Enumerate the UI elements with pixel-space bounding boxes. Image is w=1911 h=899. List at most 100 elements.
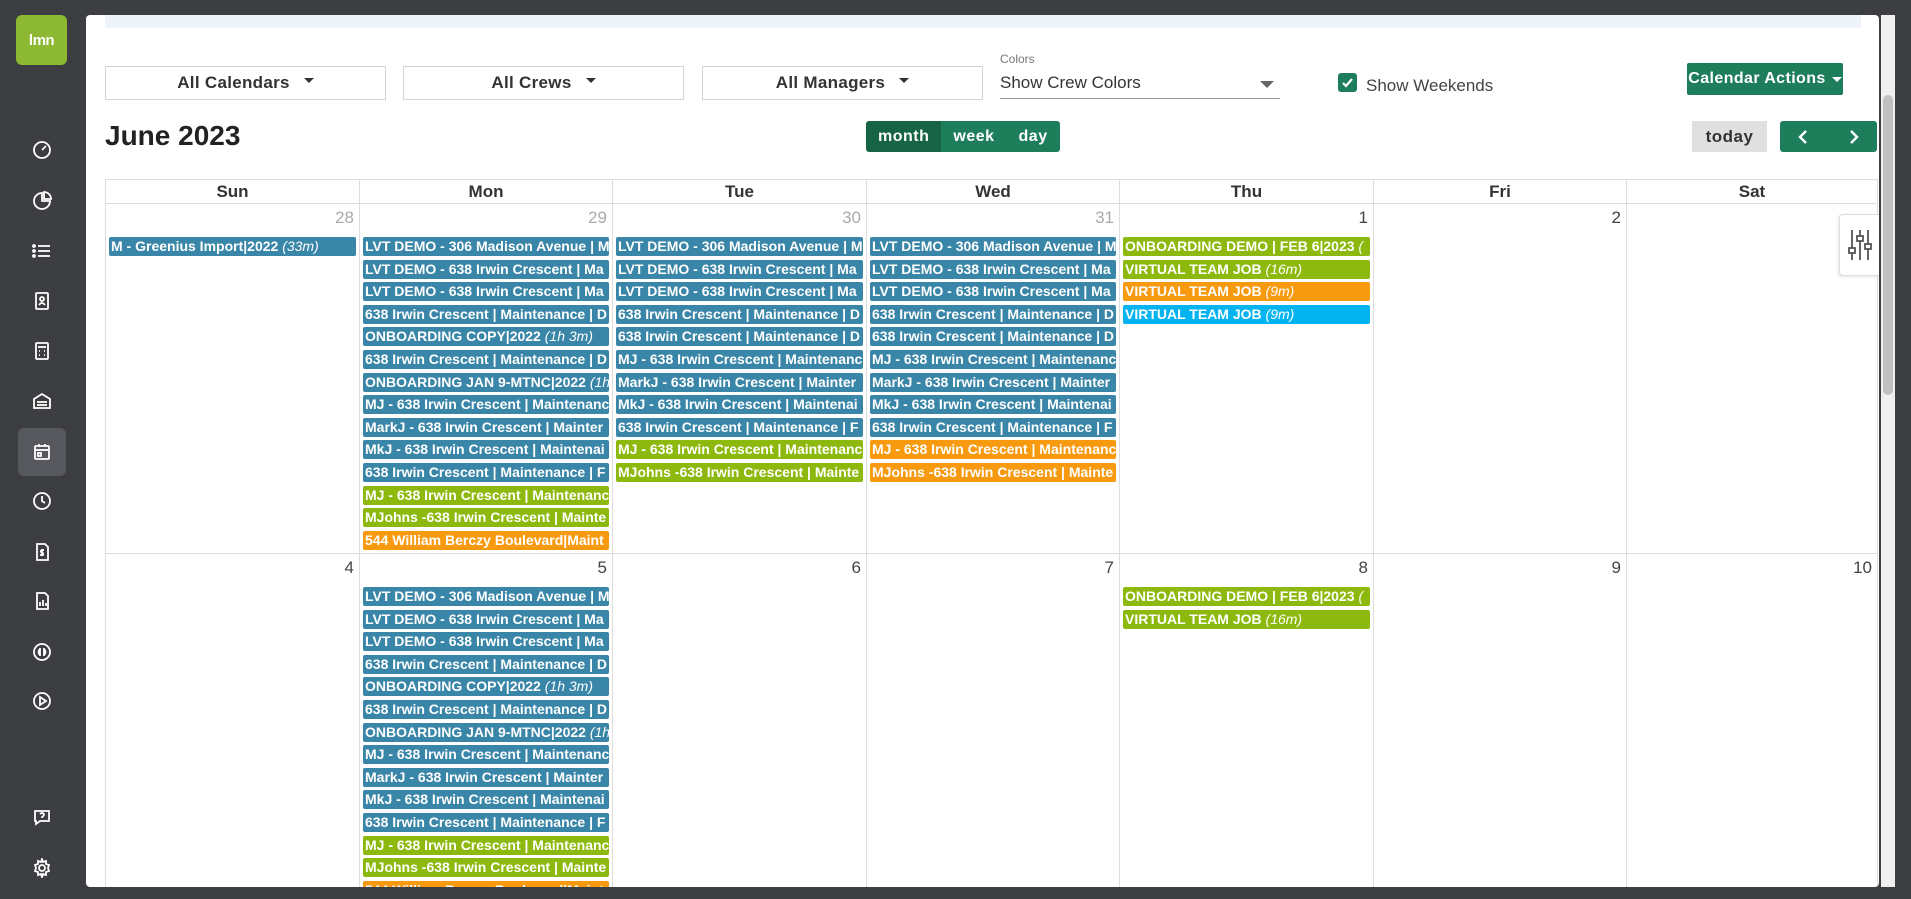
sidebar-item-help[interactable] — [18, 793, 66, 841]
calendar-event[interactable]: 638 Irwin Crescent | Maintenance | F — [870, 417, 1116, 437]
calendar-event[interactable]: MarkJ - 638 Irwin Crescent | Mainter — [616, 372, 863, 392]
sidebar-item-dashboard[interactable] — [18, 126, 66, 174]
day-cell[interactable]: 30 LVT DEMO - 306 Madison Avenue | M LVT D… — [612, 204, 866, 554]
sidebar-item-calendar[interactable] — [18, 428, 66, 476]
calendar-event[interactable]: MarkJ - 638 Irwin Crescent | Mainter — [870, 372, 1116, 392]
sidebar-item-report[interactable] — [18, 577, 66, 625]
filter-panel-tab[interactable] — [1839, 214, 1879, 276]
calendar-event[interactable]: LVT DEMO - 638 Irwin Crescent | Ma — [870, 259, 1116, 279]
day-cell[interactable]: 29 LVT DEMO - 306 Madison Avenue | M LVT D… — [359, 204, 612, 554]
calendar-event[interactable]: MJohns -638 Irwin Crescent | Mainte — [870, 463, 1116, 482]
calendar-event[interactable]: LVT DEMO - 306 Madison Avenue | M — [870, 237, 1116, 256]
calendar-event[interactable]: MJohns -638 Irwin Crescent | Mainte — [363, 858, 609, 878]
day-cell[interactable]: 6 — [612, 554, 866, 887]
view-month-button[interactable]: month — [866, 121, 942, 152]
calendar-event[interactable]: LVT DEMO - 306 Madison Avenue | M — [616, 237, 863, 256]
sidebar-item-warehouse[interactable] — [18, 377, 66, 425]
all-crews-dropdown[interactable]: All Crews — [403, 66, 684, 100]
calendar-event[interactable]: 638 Irwin Crescent | Maintenance | D — [870, 304, 1116, 324]
calendar-event[interactable]: VIRTUAL TEAM JOB (9m) — [1123, 282, 1370, 302]
calendar-event[interactable]: MJohns -638 Irwin Crescent | Mainte — [616, 463, 863, 482]
day-number[interactable]: 28 — [335, 208, 354, 228]
calendar-event[interactable]: MkJ - 638 Irwin Crescent | Maintenai — [363, 790, 609, 810]
calendar-event[interactable]: 638 Irwin Crescent | Maintenance | D — [616, 327, 863, 347]
day-number[interactable]: 9 — [1612, 558, 1621, 578]
day-cell[interactable]: 28 M - Greenius Import|2022 (33m) — [105, 204, 359, 554]
day-number[interactable]: 7 — [1105, 558, 1114, 578]
calendar-event[interactable]: 638 Irwin Crescent | Maintenance | D — [616, 304, 863, 324]
sidebar-item-settings[interactable] — [18, 844, 66, 892]
sidebar-item-list[interactable] — [18, 227, 66, 275]
calendar-event[interactable]: MJ - 638 Irwin Crescent | Maintenanc — [363, 745, 609, 765]
prev-button[interactable] — [1780, 121, 1829, 152]
calendar-event[interactable]: 638 Irwin Crescent | Maintenance | D — [870, 327, 1116, 347]
day-cell[interactable]: 1 ONBOARDING DEMO | FEB 6|2023 ( VIRTUAL T… — [1119, 204, 1373, 554]
calendar-event[interactable]: ONBOARDING COPY|2022 (1h 3m) — [363, 327, 609, 347]
sidebar-item-play[interactable] — [18, 677, 66, 725]
calendar-event[interactable]: 638 Irwin Crescent | Maintenance | F — [363, 463, 609, 482]
day-number[interactable]: 29 — [588, 208, 607, 228]
day-number[interactable]: 10 — [1853, 558, 1872, 578]
calendar-event[interactable]: LVT DEMO - 638 Irwin Crescent | Ma — [363, 282, 609, 302]
calendar-event[interactable]: MkJ - 638 Irwin Crescent | Maintenai — [363, 440, 609, 460]
calendar-event[interactable]: ONBOARDING COPY|2022 (1h 3m) — [363, 677, 609, 697]
day-cell[interactable]: 2 — [1373, 204, 1626, 554]
day-cell[interactable]: 4 — [105, 554, 359, 887]
calendar-event[interactable]: LVT DEMO - 638 Irwin Crescent | Ma — [363, 259, 609, 279]
calendar-event[interactable]: VIRTUAL TEAM JOB (16m) — [1123, 259, 1370, 279]
day-cell[interactable]: 7 — [866, 554, 1119, 887]
calendar-actions-button[interactable]: Calendar Actions — [1687, 63, 1843, 95]
day-number[interactable]: 2 — [1612, 208, 1621, 228]
page-scrollbar[interactable] — [1881, 15, 1895, 887]
calendar-event[interactable]: 638 Irwin Crescent | Maintenance | F — [363, 813, 609, 832]
calendar-event[interactable]: MJ - 638 Irwin Crescent | Maintenanc — [616, 440, 863, 460]
calendar-event[interactable]: VIRTUAL TEAM JOB (9m) — [1123, 304, 1370, 324]
sidebar-item-clock[interactable] — [18, 477, 66, 525]
day-cell[interactable]: 8 ONBOARDING DEMO | FEB 6|2023 (VIRTUAL T… — [1119, 554, 1373, 887]
sidebar-item-calculator[interactable] — [18, 327, 66, 375]
calendar-event[interactable]: MJ - 638 Irwin Crescent | Maintenanc — [870, 440, 1116, 460]
calendar-event[interactable]: MarkJ - 638 Irwin Crescent | Mainter — [363, 417, 609, 437]
calendar-event[interactable]: 638 Irwin Crescent | Maintenance | D — [363, 350, 609, 369]
day-number[interactable]: 1 — [1359, 208, 1368, 228]
calendar-event[interactable]: MJ - 638 Irwin Crescent | Maintenanc — [616, 350, 863, 369]
day-number[interactable]: 4 — [345, 558, 354, 578]
calendar-event[interactable]: 638 Irwin Crescent | Maintenance | D — [363, 700, 609, 719]
calendar-event[interactable]: 544 William Berczy Boulevard|Maint — [363, 530, 609, 550]
calendar-event[interactable]: MJ - 638 Irwin Crescent | Maintenanc — [363, 835, 609, 855]
sidebar-item-contact-card[interactable] — [18, 277, 66, 325]
calendar-event[interactable]: VIRTUAL TEAM JOB (16m) — [1123, 609, 1370, 629]
calendar-event[interactable]: MJ - 638 Irwin Crescent | Maintenanc — [363, 485, 609, 505]
day-cell[interactable]: 5 LVT DEMO - 306 Madison Avenue | M LVT DE… — [359, 554, 612, 887]
day-number[interactable]: 30 — [842, 208, 861, 228]
calendar-event[interactable]: LVT DEMO - 638 Irwin Crescent | Ma — [363, 632, 609, 652]
calendar-event[interactable]: LVT DEMO - 638 Irwin Crescent | Ma — [616, 259, 863, 279]
calendar-event[interactable]: LVT DEMO - 638 Irwin Crescent | Ma — [616, 282, 863, 302]
lmn-logo[interactable]: lmn — [16, 15, 67, 65]
calendar-event[interactable]: 638 Irwin Crescent | Maintenance | D — [363, 654, 609, 674]
calendar-event[interactable]: 638 Irwin Crescent | Maintenance | F — [616, 417, 863, 437]
day-number[interactable]: 31 — [1095, 208, 1114, 228]
calendar-event[interactable]: MJ - 638 Irwin Crescent | Maintenanc — [870, 350, 1116, 369]
calendar-event[interactable]: LVT DEMO - 306 Madison Avenue | M — [363, 237, 609, 256]
day-cell[interactable]: 31 LVT DEMO - 306 Madison Avenue | M LVT D… — [866, 204, 1119, 554]
calendar-event[interactable]: M - Greenius Import|2022 (33m) — [109, 237, 356, 256]
calendar-event[interactable]: ONBOARDING DEMO | FEB 6|2023 ( — [1123, 237, 1370, 256]
calendar-event[interactable]: 544 William Berczy Boulevard|Maint — [363, 880, 609, 887]
sidebar-item-chart-pie[interactable] — [18, 177, 66, 225]
sidebar-item-quickbooks[interactable] — [18, 628, 66, 676]
calendar-event[interactable]: LVT DEMO - 638 Irwin Crescent | Ma — [870, 282, 1116, 302]
day-cell[interactable]: 9 — [1373, 554, 1626, 887]
calendar-event[interactable]: LVT DEMO - 306 Madison Avenue | M — [363, 587, 609, 606]
view-day-button[interactable]: day — [1006, 121, 1060, 152]
day-number[interactable]: 6 — [852, 558, 861, 578]
all-calendars-dropdown[interactable]: All Calendars — [105, 66, 386, 100]
next-button[interactable] — [1829, 121, 1878, 152]
sidebar-item-invoice[interactable] — [18, 528, 66, 576]
calendar-event[interactable]: MkJ - 638 Irwin Crescent | Maintenai — [616, 395, 863, 415]
today-button[interactable]: today — [1692, 121, 1767, 152]
show-weekends-checkbox[interactable] — [1338, 73, 1357, 92]
day-number[interactable]: 8 — [1359, 558, 1368, 578]
day-cell[interactable]: 10 — [1626, 554, 1878, 887]
calendar-event[interactable]: LVT DEMO - 638 Irwin Crescent | Ma — [363, 609, 609, 629]
